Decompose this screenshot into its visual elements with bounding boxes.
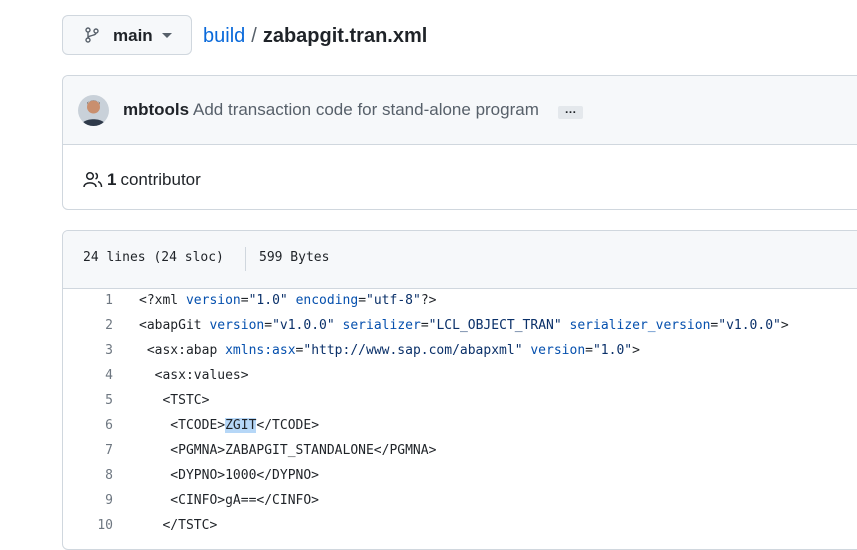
line-number[interactable]: 2 <box>63 313 113 338</box>
code-text: <TCODE>ZGIT</TCODE> <box>139 418 320 433</box>
code-line: 4 <asx:values> <box>63 363 857 388</box>
code-line: 1 <?xml version="1.0" encoding="utf-8"?> <box>63 288 857 313</box>
code-line: 10 </TSTC> <box>63 513 857 538</box>
line-number[interactable]: 4 <box>63 363 113 388</box>
code-text: <CINFO>gA==</CINFO> <box>139 493 320 508</box>
commit-author-link[interactable]: mbtools <box>123 100 189 120</box>
breadcrumb-separator: / <box>251 25 257 47</box>
line-number[interactable]: 7 <box>63 438 113 463</box>
code-text: <TSTC> <box>139 393 210 408</box>
breadcrumb: build / zabapgit.tran.xml <box>203 24 427 48</box>
line-number[interactable]: 3 <box>63 338 113 363</box>
code-text: <DYPNO>1000</DYPNO> <box>139 468 320 483</box>
line-number[interactable]: 6 <box>63 413 113 438</box>
contributor-label: contributor <box>120 170 201 189</box>
chevron-down-icon <box>162 33 172 38</box>
contributor-count: 1 <box>107 170 117 189</box>
people-icon <box>83 171 103 188</box>
code-text: <PGMNA>ZABAPGIT_STANDALONE</PGMNA> <box>139 443 437 458</box>
avatar[interactable] <box>78 95 109 126</box>
file-line-count: 24 lines (24 sloc) <box>83 250 224 265</box>
code-text: <abapGit version="v1.0.0" serializer="LC… <box>139 318 789 333</box>
line-number[interactable]: 8 <box>63 463 113 488</box>
code-text: </TSTC> <box>139 518 218 533</box>
code-text: <?xml version="1.0" encoding="utf-8"?> <box>139 293 437 308</box>
code-line: 3 <asx:abap xmlns:asx="http://www.sap.co… <box>63 338 857 363</box>
expand-commit-message-button[interactable]: … <box>558 103 583 119</box>
code-line: 7 <PGMNA>ZABAPGIT_STANDALONE</PGMNA> <box>63 438 857 463</box>
git-branch-icon <box>85 27 99 43</box>
code-line: 2 <abapGit version="v1.0.0" serializer="L… <box>63 313 857 338</box>
file-viewer: 24 lines (24 sloc) 599 Bytes 1 <?xml vers… <box>62 230 857 550</box>
line-number[interactable]: 5 <box>63 388 113 413</box>
code-line: 8 <DYPNO>1000</DYPNO> <box>63 463 857 488</box>
breadcrumb-file-name: zabapgit.tran.xml <box>262 25 428 47</box>
header-divider <box>245 247 246 271</box>
line-number[interactable]: 10 <box>63 513 113 538</box>
branch-selector-button[interactable]: main <box>62 15 192 55</box>
breadcrumb-folder-link[interactable]: build <box>203 25 245 47</box>
commit-header: mbtools Add transaction code for stand-a… <box>63 76 857 145</box>
code-line: 5 <TSTC> <box>63 388 857 413</box>
code-text: <asx:values> <box>139 368 249 383</box>
file-info-header: 24 lines (24 sloc) 599 Bytes <box>63 231 857 289</box>
contributors-link[interactable]: 1 contributor <box>83 168 201 192</box>
line-number[interactable]: 9 <box>63 488 113 513</box>
file-size: 599 Bytes <box>259 250 330 265</box>
branch-name: main <box>113 26 153 45</box>
code-line: 6 <TCODE>ZGIT</TCODE> <box>63 413 857 438</box>
latest-commit-box: mbtools Add transaction code for stand-a… <box>62 75 857 210</box>
code-line: 9 <CINFO>gA==</CINFO> <box>63 488 857 513</box>
code-text: <asx:abap xmlns:asx="http://www.sap.com/… <box>139 343 640 358</box>
line-number[interactable]: 1 <box>63 288 113 313</box>
commit-message-link[interactable]: Add transaction code for stand-alone pro… <box>193 100 539 120</box>
